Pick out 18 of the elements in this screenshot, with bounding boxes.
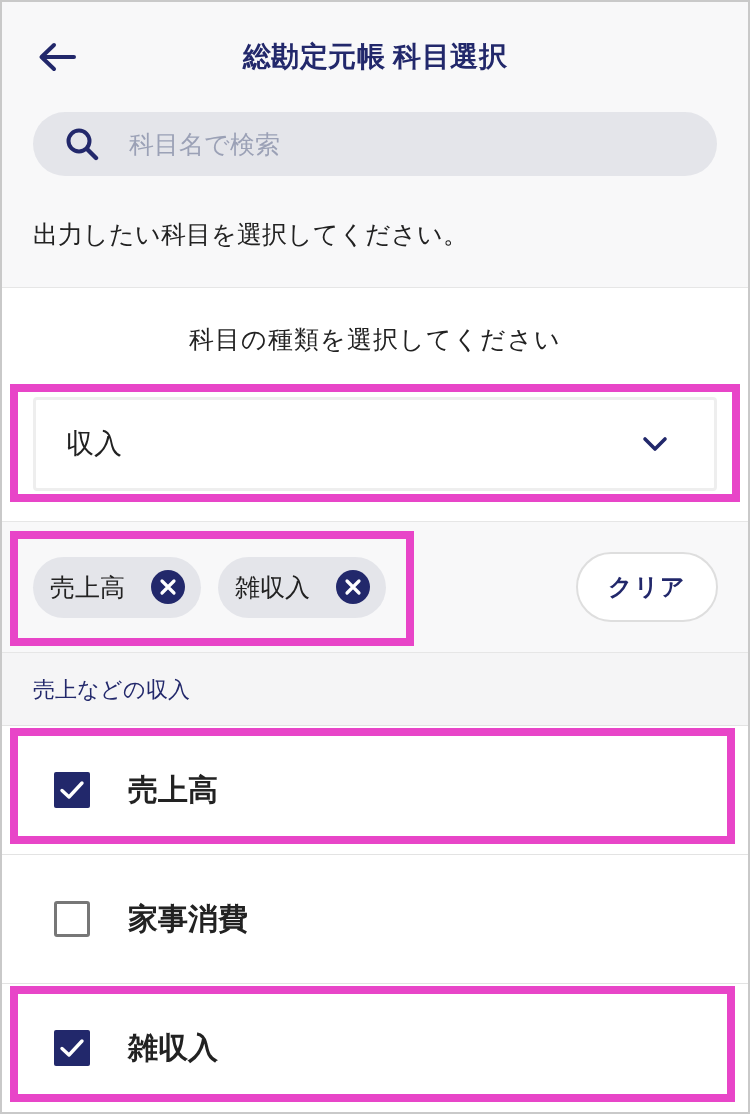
page-title: 総勘定元帳 科目選択 <box>242 40 508 74</box>
checkbox[interactable] <box>54 772 90 808</box>
checkbox[interactable] <box>54 1030 90 1066</box>
search-field[interactable]: 科目名で検索 <box>33 112 717 176</box>
category-type-label: 科目の種類を選択してください <box>189 324 561 355</box>
clear-button[interactable]: クリア <box>576 552 718 622</box>
close-icon[interactable] <box>336 570 370 604</box>
arrow-left-icon <box>38 42 76 72</box>
checkbox[interactable] <box>54 901 90 937</box>
chip-label: 売上高 <box>50 571 125 603</box>
close-icon[interactable] <box>151 570 185 604</box>
chevron-down-icon <box>642 436 668 452</box>
category-dropdown[interactable]: 収入 <box>33 397 717 491</box>
section-header: 売上などの収入 <box>33 676 190 704</box>
account-option[interactable]: 家事消費 <box>2 854 748 983</box>
instruction-text: 出力したい科目を選択してください。 <box>33 219 468 250</box>
chip-label: 雑収入 <box>235 571 310 603</box>
search-icon <box>65 127 99 161</box>
